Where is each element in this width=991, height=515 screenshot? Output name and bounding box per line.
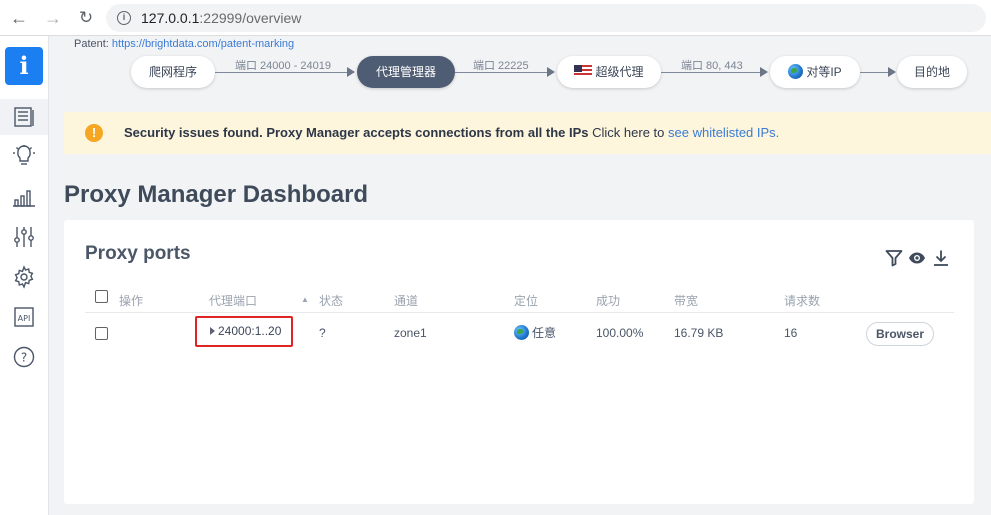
proxy-port-value: 24000:1..20 [218, 324, 282, 338]
expand-caret-icon[interactable] [210, 327, 215, 335]
select-all-checkbox[interactable] [95, 290, 108, 303]
column-header-location[interactable]: 定位 [514, 292, 538, 309]
logo[interactable]: i [5, 47, 43, 85]
page-title: Proxy Manager Dashboard [64, 181, 369, 208]
reload-icon[interactable]: ↻ [75, 7, 97, 29]
us-flag-icon [574, 65, 593, 77]
download-icon[interactable] [932, 249, 950, 267]
warning-plain-text: Click here to [588, 125, 669, 140]
flow-label-port-peer: 端口 80, 443 [681, 60, 743, 72]
row-checkbox[interactable] [95, 327, 108, 340]
security-warning-banner: ! Security issues found. Proxy Manager a… [64, 112, 991, 154]
url-text[interactable]: 127.0.0.1:22999/overview [141, 10, 301, 26]
address-bar[interactable]: i 127.0.0.1:22999/overview [106, 4, 986, 32]
help-icon[interactable]: ? [12, 345, 36, 369]
flow-node-super-proxy-label: 超级代理 [595, 65, 644, 79]
warning-message: Security issues found. Proxy Manager acc… [124, 125, 779, 140]
overview-icon[interactable] [12, 105, 36, 129]
sort-caret-icon[interactable]: ▲ [301, 295, 309, 304]
info-icon[interactable]: i [117, 11, 131, 25]
flow-node-proxy-manager: 代理管理器 [357, 56, 455, 88]
column-header-port[interactable]: 代理端口 [209, 292, 257, 309]
back-arrow-icon[interactable]: ← [8, 7, 30, 29]
flow-connector [860, 72, 889, 73]
stats-icon[interactable] [12, 185, 36, 209]
eye-icon[interactable] [908, 249, 926, 267]
forward-arrow-icon[interactable]: → [42, 7, 64, 29]
patent-link[interactable]: https://brightdata.com/patent-marking [112, 38, 294, 50]
whitelisted-ips-link[interactable]: see whitelisted IPs. [668, 125, 779, 140]
flow-node-peer-ip-label: 对等IP [806, 65, 842, 79]
column-header-requests[interactable]: 请求数 [784, 292, 820, 309]
status-value: ? [319, 326, 326, 340]
card-title: Proxy ports [85, 243, 191, 264]
sidebar: i API ? [0, 36, 49, 515]
column-header-status[interactable]: 状态 [319, 292, 343, 309]
header-divider [85, 312, 954, 313]
svg-text:API: API [18, 314, 31, 323]
svg-text:?: ? [21, 351, 27, 365]
column-header-success[interactable]: 成功 [596, 292, 620, 309]
patent-label: Patent: [74, 38, 109, 50]
column-header-actions: 操作 [119, 294, 144, 308]
flow-label-port-range: 端口 24000 - 24019 [235, 60, 332, 72]
warning-icon: ! [85, 124, 103, 142]
success-value: 100.00% [596, 326, 644, 340]
browser-button[interactable]: Browser [866, 322, 934, 346]
filter-icon[interactable] [885, 249, 903, 267]
flow-arrow-icon [888, 67, 896, 77]
bandwidth-value: 16.79 KB [674, 326, 724, 340]
flow-label-port-super: 端口 22225 [473, 60, 529, 72]
flow-node-crawler: 爬网程序 [131, 56, 215, 88]
browser-toolbar: ← → ↻ i 127.0.0.1:22999/overview [0, 0, 991, 36]
column-header-bandwidth[interactable]: 带宽 [674, 292, 698, 309]
flow-arrow-icon [347, 67, 355, 77]
requests-value: 16 [784, 326, 798, 340]
proxy-ports-card: Proxy ports 操作 代理端口 ▲ 状态 通道 定位 成功 带宽 请求数… [64, 220, 974, 504]
column-header-zone[interactable]: 通道 [394, 292, 418, 309]
warning-bold-text: Security issues found. Proxy Manager acc… [124, 125, 589, 140]
api-icon[interactable]: API [12, 305, 36, 329]
proxy-port-cell[interactable]: 24000:1..20 [195, 316, 293, 347]
flow-node-peer-ip: 对等IP [770, 56, 860, 88]
location-value: 任意 [532, 326, 557, 340]
flow-node-super-proxy: 超级代理 [557, 56, 661, 88]
flow-arrow-icon [547, 67, 555, 77]
lightbulb-icon[interactable] [12, 144, 36, 168]
flow-node-destination: 目的地 [897, 56, 967, 88]
location-cell: 任意 [514, 324, 556, 341]
patent-notice: Patent: https://brightdata.com/patent-ma… [74, 38, 294, 50]
globe-icon [788, 64, 804, 79]
gear-icon[interactable] [12, 265, 36, 289]
sliders-icon[interactable] [12, 225, 36, 249]
zone-value: zone1 [394, 326, 427, 340]
globe-icon [514, 325, 529, 340]
flow-arrow-icon [760, 67, 768, 77]
